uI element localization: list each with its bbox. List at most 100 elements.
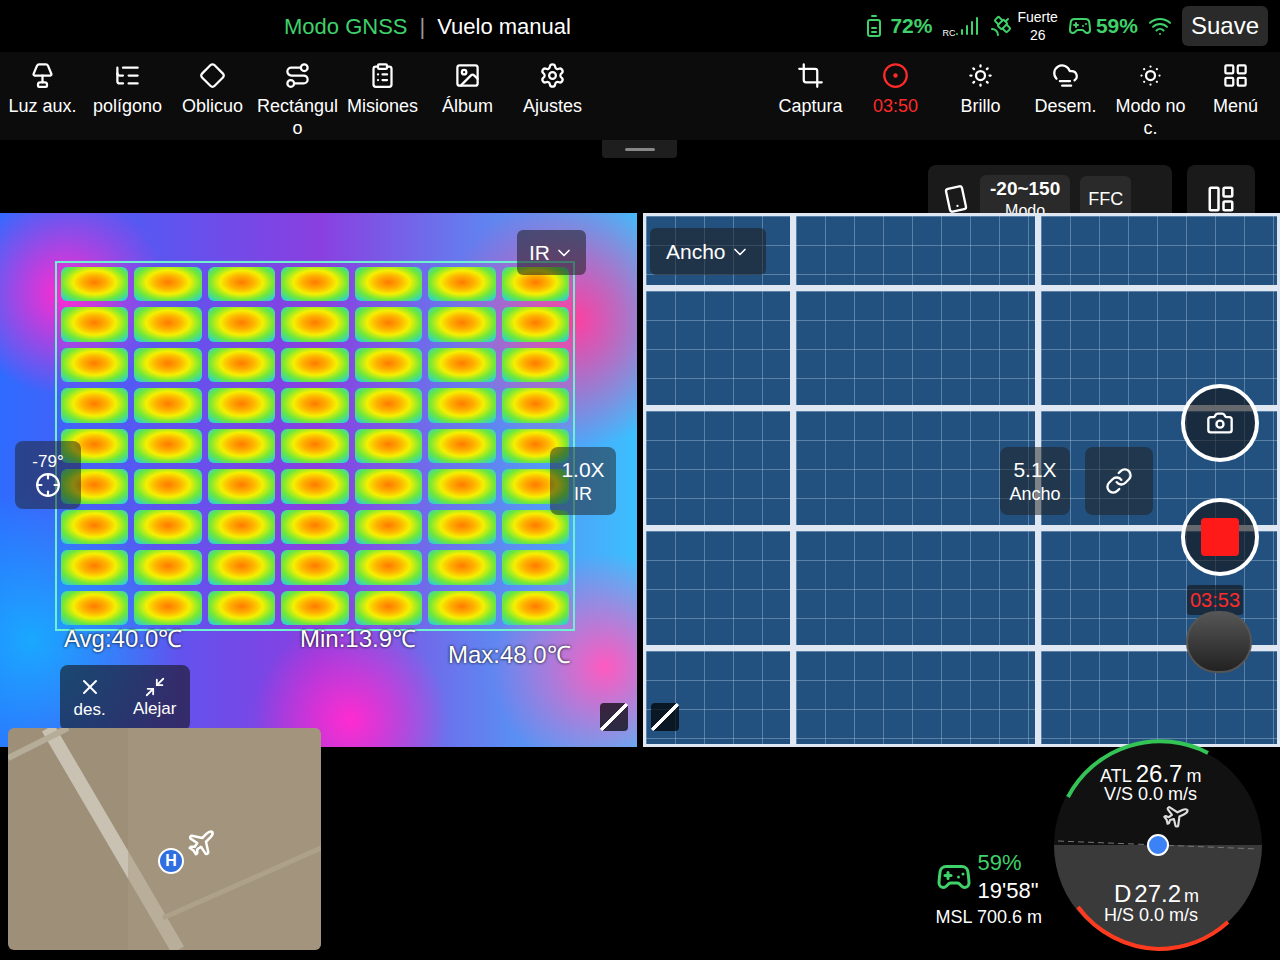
battery-icon bbox=[862, 14, 886, 38]
toolbar-item[interactable]: Brillo bbox=[938, 62, 1023, 139]
toolbar-item[interactable]: Oblicuo bbox=[170, 62, 255, 139]
thermal-panel bbox=[428, 469, 495, 503]
thermal-panel bbox=[208, 591, 275, 625]
wide-dropdown[interactable]: Ancho bbox=[650, 228, 766, 275]
link-button[interactable] bbox=[1085, 447, 1153, 515]
drone-marker-icon bbox=[186, 828, 216, 858]
thermal-panel bbox=[61, 267, 128, 301]
chevron-icon bbox=[554, 243, 574, 263]
toolbar-item[interactable]: Rectángulo bbox=[255, 62, 340, 139]
thermal-panel bbox=[502, 348, 569, 382]
solar-panel bbox=[643, 648, 793, 747]
toolbar-item[interactable]: Misiones bbox=[340, 62, 425, 139]
tool-icon bbox=[29, 62, 56, 89]
home-point-icon bbox=[1147, 834, 1169, 856]
thermal-panel bbox=[428, 510, 495, 544]
thermal-panel bbox=[134, 429, 201, 463]
link-zoom-icon bbox=[1105, 467, 1133, 495]
solar-panel bbox=[643, 288, 793, 408]
solar-panel bbox=[793, 288, 1038, 408]
drone-battery-icon bbox=[936, 859, 972, 895]
palette-icon[interactable] bbox=[939, 182, 972, 215]
toolbar: Luz aux.polígonoOblicuoRectánguloMisione… bbox=[0, 52, 1280, 140]
solar-panel bbox=[793, 648, 1038, 747]
drawer-handle[interactable] bbox=[602, 140, 677, 158]
thermal-panel bbox=[61, 348, 128, 382]
layout-icon bbox=[1206, 184, 1236, 214]
zoom-out-button[interactable]: Alejar bbox=[133, 676, 176, 720]
camera-views: IR-79°1.0XIRAvg:40.0℃Min:13.9℃Max:48.0℃d… bbox=[0, 213, 1280, 747]
toolbar-item[interactable]: polígono bbox=[85, 62, 170, 139]
signal-icon bbox=[955, 14, 979, 38]
solar-panel bbox=[643, 408, 793, 528]
thermal-panel bbox=[208, 348, 275, 382]
home-marker: H bbox=[158, 848, 184, 874]
thermal-panel bbox=[208, 510, 275, 544]
thermal-panel bbox=[355, 550, 422, 584]
tool-icon bbox=[454, 62, 481, 89]
ir-dropdown[interactable]: IR bbox=[517, 230, 586, 275]
thermal-panel bbox=[355, 591, 422, 625]
toolbar-item[interactable]: Desem. bbox=[1023, 62, 1108, 139]
min-temp: Min:13.9℃ bbox=[300, 621, 416, 657]
zoom-out-icon bbox=[144, 676, 166, 698]
swap-icon[interactable] bbox=[600, 703, 628, 731]
toolbar-item[interactable]: Álbum bbox=[425, 62, 510, 139]
shutter-button[interactable] bbox=[1181, 384, 1259, 462]
thermal-panel bbox=[134, 591, 201, 625]
thermal-panel bbox=[208, 307, 275, 341]
thermal-panel bbox=[281, 267, 348, 301]
close-button[interactable]: des. bbox=[74, 675, 106, 721]
area-tools: des. Alejar bbox=[60, 665, 190, 731]
thermal-panel bbox=[355, 307, 422, 341]
thermal-panel bbox=[428, 550, 495, 584]
gnss-mode: Modo GNSS bbox=[284, 10, 408, 43]
toolbar-item[interactable]: Menú bbox=[1193, 62, 1278, 139]
thermal-panel bbox=[208, 429, 275, 463]
toolbar-item[interactable]: Ajustes bbox=[510, 62, 595, 139]
thermal-panel bbox=[134, 267, 201, 301]
thermal-panel bbox=[428, 429, 495, 463]
map-roads-icon bbox=[8, 728, 321, 950]
solar-panel bbox=[1038, 288, 1280, 408]
toolbar-item[interactable]: Luz aux. bbox=[0, 62, 85, 139]
thermal-panel bbox=[61, 550, 128, 584]
tool-icon bbox=[284, 62, 311, 89]
satellite-icon bbox=[989, 14, 1013, 38]
thermal-panel bbox=[281, 591, 348, 625]
toolbar-item[interactable]: Modo noc. bbox=[1108, 62, 1193, 139]
thermal-panel bbox=[355, 510, 422, 544]
thermal-panel bbox=[134, 388, 201, 422]
thermal-panel bbox=[61, 307, 128, 341]
rc-signal: RC bbox=[942, 14, 979, 38]
thermal-panel bbox=[134, 307, 201, 341]
thermal-panel bbox=[61, 388, 128, 422]
status-bar: Modo GNSS|Vuelo manual72%RCFuerte2659%Su… bbox=[0, 0, 1280, 52]
album-thumbnail[interactable] bbox=[1186, 611, 1252, 673]
battery-info: 59%19'58"MSL 700.6 m bbox=[936, 849, 1042, 960]
wide-view[interactable]: Ancho5.1XAncho03:53 bbox=[643, 213, 1280, 747]
tool-icon bbox=[1052, 62, 1079, 89]
thermal-panel bbox=[502, 307, 569, 341]
toolbar-item[interactable]: Captura bbox=[768, 62, 853, 139]
control-strip: -20~150ModoFFC bbox=[0, 140, 1280, 213]
toolbar-item[interactable]: 03:50 bbox=[853, 62, 938, 139]
swap-icon[interactable] bbox=[651, 703, 679, 731]
camera-icon bbox=[1206, 409, 1234, 437]
thermal-panel bbox=[428, 591, 495, 625]
thermal-panel bbox=[134, 348, 201, 382]
thermal-zoom[interactable]: 1.0XIR bbox=[550, 447, 616, 515]
max-temp: Max:48.0℃ bbox=[448, 637, 571, 673]
thermal-panel bbox=[134, 550, 201, 584]
thermal-panel bbox=[281, 348, 348, 382]
gear-button[interactable]: Suave bbox=[1182, 6, 1268, 46]
thermal-view[interactable]: IR-79°1.0XIRAvg:40.0℃Min:13.9℃Max:48.0℃d… bbox=[0, 213, 637, 747]
thermal-panel bbox=[355, 469, 422, 503]
tool-icon bbox=[797, 62, 824, 89]
wide-zoom[interactable]: 5.1XAncho bbox=[1000, 447, 1070, 515]
record-button[interactable] bbox=[1181, 498, 1259, 576]
mini-map[interactable]: H bbox=[8, 728, 321, 950]
thermal-panel bbox=[355, 348, 422, 382]
tool-icon bbox=[1137, 62, 1164, 89]
tool-icon bbox=[199, 62, 226, 89]
